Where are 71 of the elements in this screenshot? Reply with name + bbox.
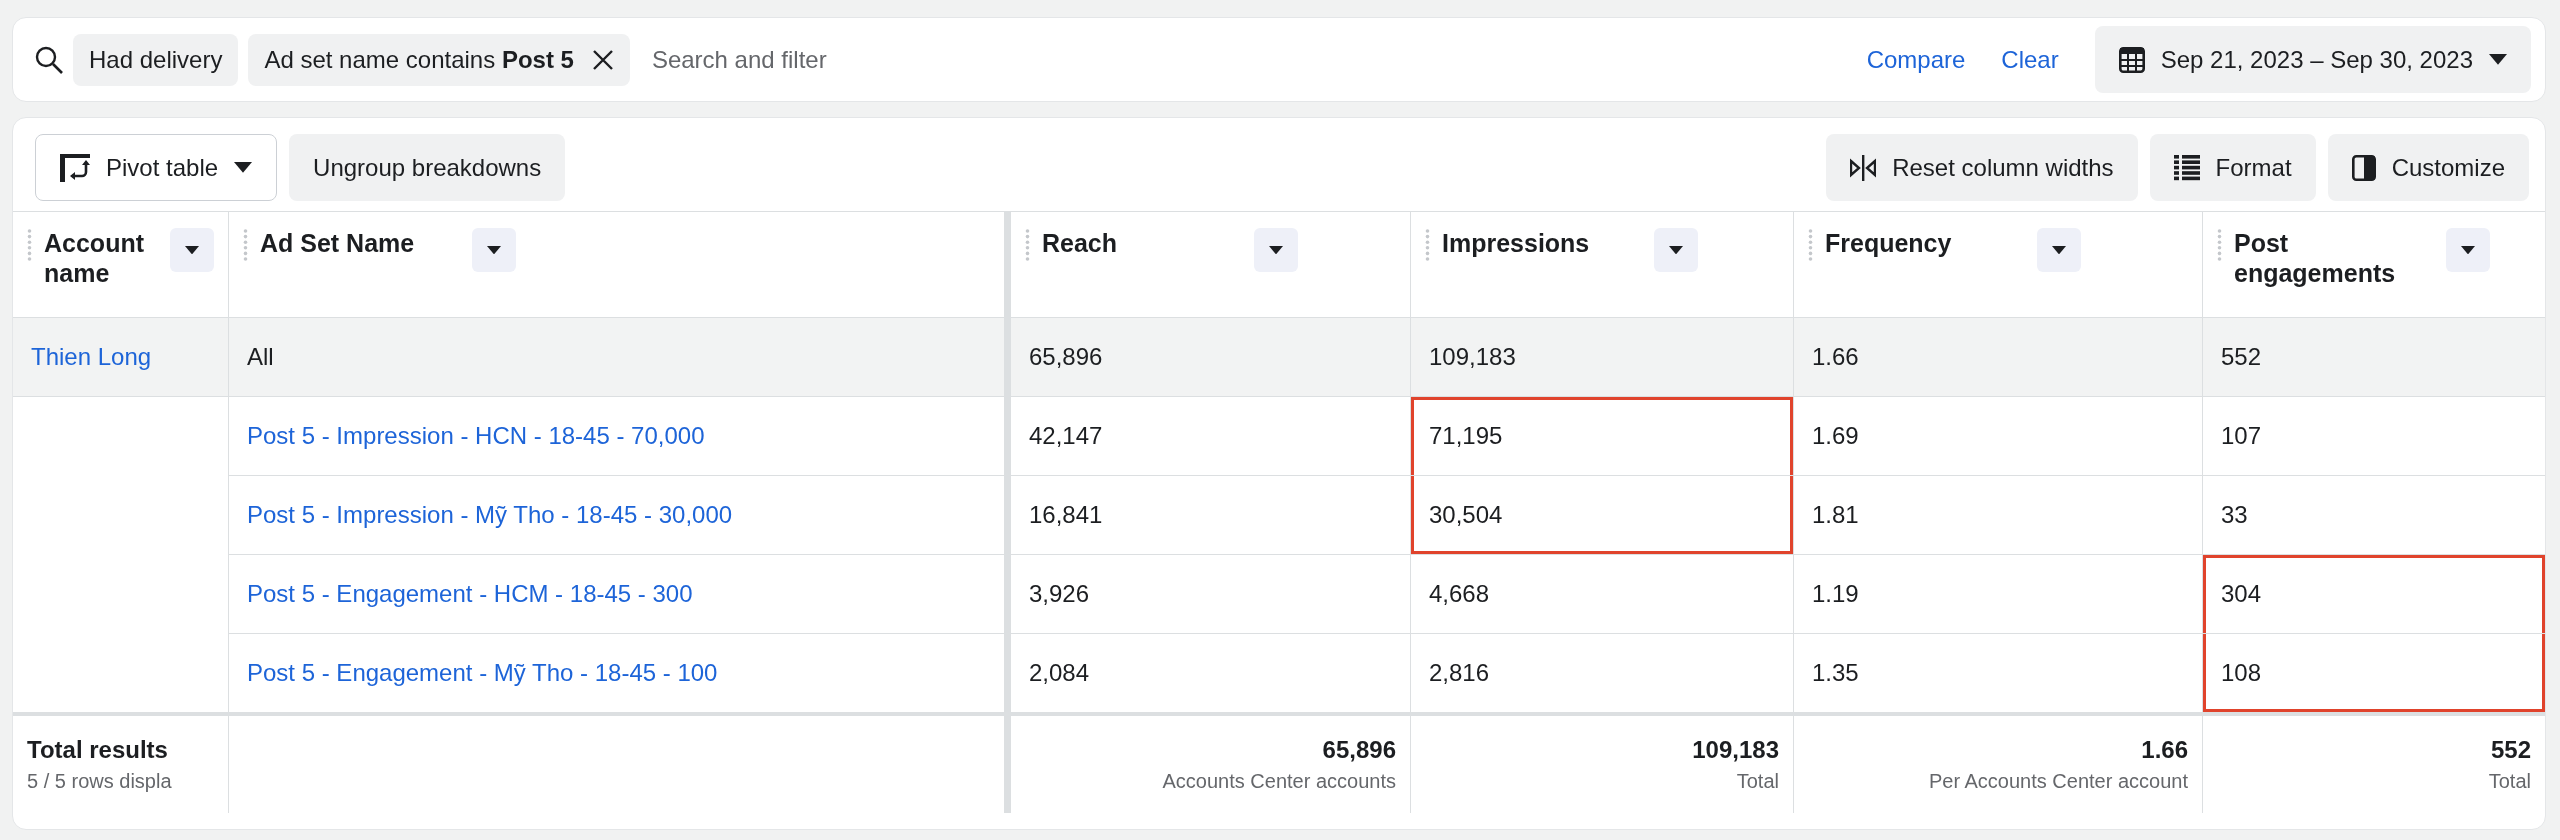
- caret-icon: [487, 245, 501, 255]
- column-menu-button[interactable]: [2037, 228, 2081, 272]
- toolbar-button[interactable]: Ungroup breakdowns: [289, 134, 566, 201]
- format-icon: [2173, 154, 2200, 181]
- table-cell: 1.35: [1794, 634, 2203, 713]
- pivot-table-icon: [60, 153, 90, 182]
- table-cell: 109,183: [1411, 318, 1794, 397]
- total-value: 1.66: [2141, 736, 2188, 764]
- caret-icon: [185, 245, 199, 255]
- filter-chip[interactable]: Had delivery: [73, 33, 239, 86]
- drag-handle-icon[interactable]: [243, 228, 248, 262]
- ad-set-name: All: [247, 343, 274, 371]
- total-value: 109,183: [1692, 736, 1779, 764]
- total-note: Accounts Center accounts: [1162, 770, 1396, 793]
- ad-set-link[interactable]: Post 5 - Impression - HCN - 18-45 - 70,000: [247, 422, 705, 450]
- filter-link[interactable]: Clear: [2001, 45, 2059, 74]
- total-note: Total: [2488, 770, 2531, 793]
- column-header-label: Reach: [1042, 228, 1119, 258]
- search-field[interactable]: Search and filter: [649, 44, 1857, 75]
- column-menu-button[interactable]: [1654, 228, 1698, 272]
- drag-handle-icon[interactable]: [27, 228, 32, 262]
- column-menu-button[interactable]: [1254, 228, 1298, 272]
- caret-icon: [234, 162, 253, 173]
- total-value: 65,896: [1322, 736, 1396, 764]
- column-menu-button[interactable]: [170, 228, 214, 272]
- total-value: 552: [2490, 736, 2531, 764]
- date-range-button[interactable]: Sep 21, 2023 – Sep 30, 2023: [2094, 26, 2531, 93]
- drag-handle-icon[interactable]: [1025, 228, 1030, 262]
- drag-handle-icon[interactable]: [2217, 228, 2222, 262]
- table-cell: 2,816: [1411, 634, 1794, 713]
- highlighted-cell: 108: [2203, 634, 2545, 713]
- toolbar-button[interactable]: Format: [2149, 134, 2316, 201]
- column-header-label: Ad Set Name: [260, 228, 416, 258]
- highlighted-cell: 71,195: [1411, 397, 1794, 476]
- column-header-label: Post engagements: [2234, 228, 2397, 288]
- toolbar-button[interactable]: Customize: [2327, 134, 2529, 201]
- ad-set-link[interactable]: Post 5 - Engagement - Mỹ Tho - 18-45 - 100: [247, 659, 718, 687]
- column-header-label: Impressions: [1442, 228, 1591, 258]
- table-cell: 33: [2203, 476, 2545, 555]
- footer-label: Total results: [27, 736, 168, 764]
- search-icon: [35, 45, 63, 74]
- caret-icon: [2461, 245, 2475, 255]
- filter-link[interactable]: Compare: [1866, 45, 1966, 74]
- ad-set-link[interactable]: Post 5 - Impression - Mỹ Tho - 18-45 - 30,000: [247, 501, 733, 529]
- ad-set-link[interactable]: Post 5 - Engagement - HCM - 18-45 - 300: [247, 580, 693, 608]
- total-note: Per Accounts Center account: [1928, 770, 2188, 793]
- account-link[interactable]: Thien Long: [31, 343, 152, 371]
- calendar-icon: [2118, 46, 2145, 73]
- column-width-icon: [1850, 154, 1877, 181]
- caret-icon: [1269, 245, 1283, 255]
- view-dropdown[interactable]: Pivot table: [35, 134, 278, 201]
- filter-chip-label: Ad set name contains Post 5: [264, 45, 574, 74]
- column-menu-button[interactable]: [472, 228, 516, 272]
- highlighted-cell: 30,504: [1411, 476, 1794, 555]
- panel-icon: [2351, 154, 2376, 181]
- filter-chip-label: Had delivery: [89, 45, 223, 74]
- caret-icon: [2489, 54, 2507, 65]
- caret-icon: [1669, 245, 1683, 255]
- column-menu-button[interactable]: [2446, 228, 2490, 272]
- filter-chip[interactable]: Ad set name contains Post 5: [248, 33, 630, 86]
- drag-handle-icon[interactable]: [1808, 228, 1813, 262]
- highlighted-cell: 304: [2203, 555, 2545, 634]
- footer-sublabel: 5 / 5 rows displa: [27, 770, 172, 793]
- toolbar-button[interactable]: Reset column widths: [1826, 134, 2138, 201]
- close-icon[interactable]: [591, 48, 614, 71]
- drag-handle-icon[interactable]: [1425, 228, 1430, 262]
- column-header-label: Account name: [44, 228, 145, 288]
- table-cell: 2,084: [1011, 634, 1411, 713]
- total-note: Total: [1736, 770, 1779, 793]
- caret-icon: [2052, 245, 2066, 255]
- column-header-label: Frequency: [1825, 228, 1953, 258]
